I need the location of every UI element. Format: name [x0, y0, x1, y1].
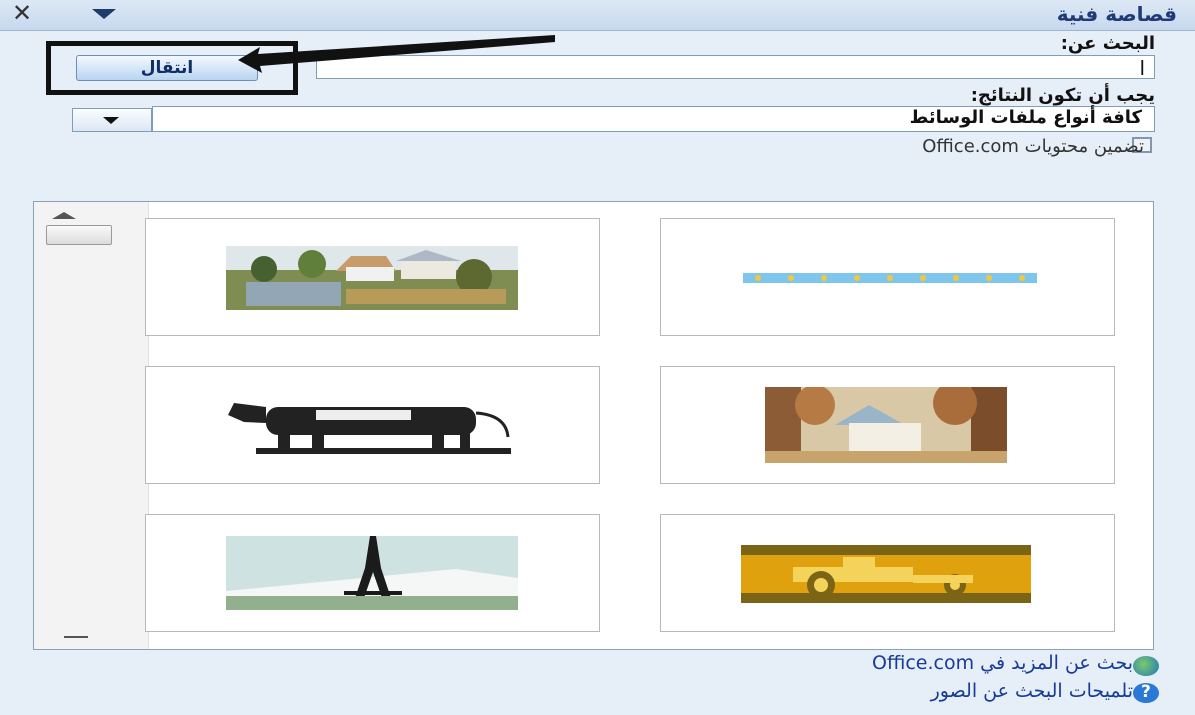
clip-tile-village[interactable]: [145, 218, 600, 336]
scroll-down-icon[interactable]: [64, 636, 88, 639]
media-type-select[interactable]: كافة أنواع ملفات الوسائط: [152, 106, 1155, 132]
cow-image: [228, 403, 511, 454]
clip-tile-border[interactable]: [660, 218, 1115, 336]
vertical-scrollbar[interactable]: [34, 202, 149, 649]
scroll-thumb[interactable]: [46, 225, 112, 245]
search-tips-link[interactable]: تلميحات البحث عن الصور: [931, 680, 1133, 702]
dropdown-button[interactable]: [72, 108, 152, 132]
house-image: [765, 387, 1007, 463]
clip-tile-eiffel[interactable]: [145, 514, 600, 632]
scroll-up-icon[interactable]: [52, 212, 76, 219]
eiffel-image: [226, 536, 518, 610]
clip-tile-tractor[interactable]: [660, 514, 1115, 632]
help-icon: ?: [1133, 682, 1159, 703]
results-grid: [33, 201, 1154, 650]
clip-tile-house[interactable]: [660, 366, 1115, 484]
tractor-image: [741, 545, 1031, 603]
results-filter-label: يجب أن تكون النتائج:: [970, 85, 1155, 106]
clip-tile-cow[interactable]: [145, 366, 600, 484]
village-image: [226, 246, 518, 310]
dotted-border-image: [743, 273, 1037, 283]
include-office-label: تضمين محتويات Office.com: [922, 136, 1144, 157]
globe-icon: [1133, 656, 1159, 676]
chevron-down-icon: [103, 117, 119, 124]
more-office-link[interactable]: بحث عن المزيد في Office.com: [872, 652, 1133, 674]
